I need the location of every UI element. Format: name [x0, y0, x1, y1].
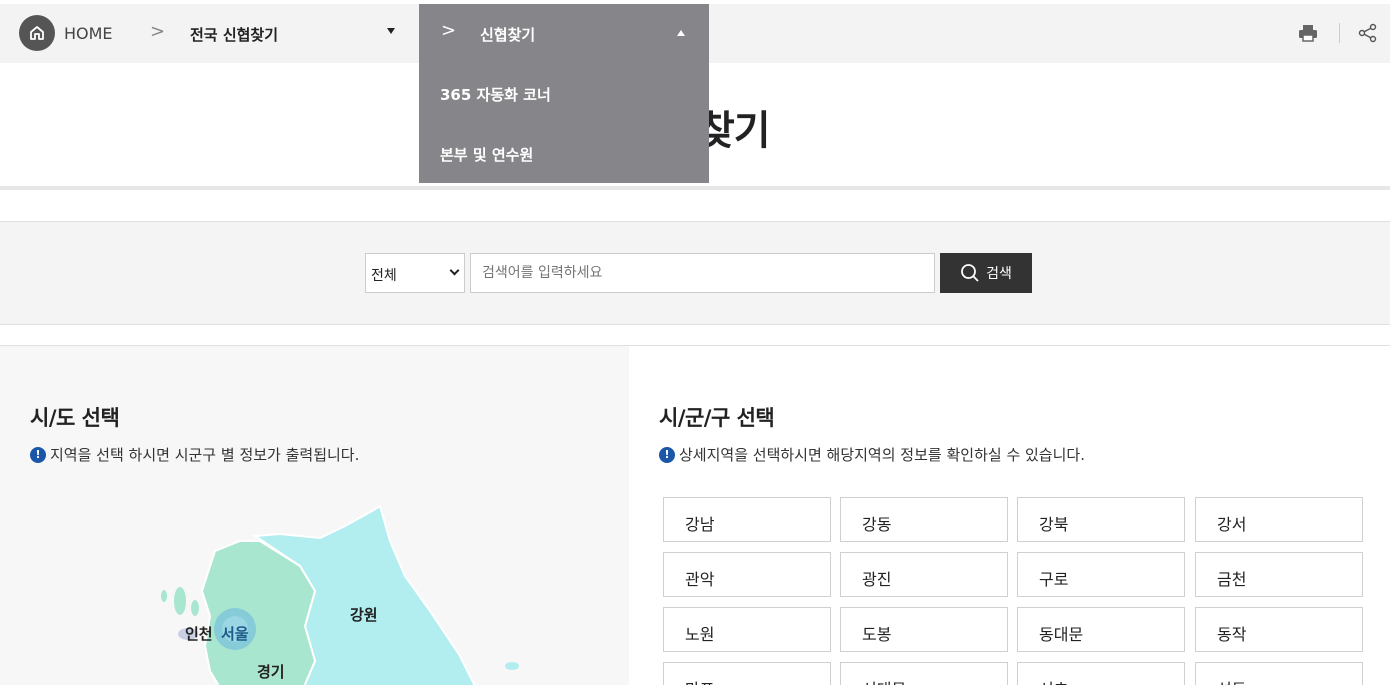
- home-link[interactable]: HOME: [64, 24, 113, 43]
- district-button[interactable]: 노원: [663, 607, 831, 652]
- search-button[interactable]: 검색: [940, 253, 1032, 293]
- info-icon: !: [659, 446, 675, 463]
- map-island: [505, 662, 519, 670]
- district-button[interactable]: 강북: [1017, 497, 1185, 542]
- breadcrumb-bar: HOME > 전국 신협찾기 > 신협찾기: [0, 4, 1390, 63]
- district-button[interactable]: 서대문: [840, 662, 1008, 685]
- district-note: ! 상세지역을 선택하시면 해당지역의 정보를 확인하실 수 있습니다.: [659, 444, 1085, 465]
- info-icon: !: [30, 446, 46, 463]
- search-scope-value: 전체: [371, 268, 397, 284]
- province-panel: 시/도 선택 ! 지역을 선택 하시면 시군구 별 정보가 출력됩니다. 인천 …: [0, 346, 629, 685]
- breadcrumb-dropdown: 365 자동화 코너 본부 및 연수원: [419, 63, 709, 183]
- home-button[interactable]: [19, 15, 55, 51]
- district-button[interactable]: 마포: [663, 662, 831, 685]
- district-note-text: 상세지역을 선택하시면 해당지역의 정보를 확인하실 수 있습니다.: [679, 446, 1085, 464]
- map-label-gyeonggi[interactable]: 경기: [257, 661, 285, 682]
- chevron-right-icon: >: [441, 20, 457, 41]
- district-button[interactable]: 동작: [1195, 607, 1363, 652]
- share-icon[interactable]: [1358, 23, 1378, 43]
- chevron-right-icon: >: [150, 21, 166, 42]
- map-label-gangwon[interactable]: 강원: [350, 604, 378, 625]
- search-area: 전체 검색: [0, 221, 1390, 325]
- map-island: [191, 600, 199, 616]
- map-label-seoul[interactable]: 서울: [221, 623, 249, 644]
- dropdown-item-atm-corner[interactable]: 365 자동화 코너: [440, 84, 551, 105]
- district-button[interactable]: 강서: [1195, 497, 1363, 542]
- breadcrumb-depth2[interactable]: > 신협찾기: [419, 4, 709, 63]
- district-button[interactable]: 금천: [1195, 552, 1363, 597]
- district-button[interactable]: 광진: [840, 552, 1008, 597]
- district-button[interactable]: 관악: [663, 552, 831, 597]
- district-button[interactable]: 도봉: [840, 607, 1008, 652]
- district-button[interactable]: 강남: [663, 497, 831, 542]
- district-button[interactable]: 서초: [1017, 662, 1185, 685]
- title-divider: [0, 186, 1390, 190]
- chevron-down-icon: [449, 265, 460, 276]
- home-icon: [30, 26, 44, 40]
- page: HOME > 전국 신협찾기 > 신협찾기 365 자동화 코너 본부 및 연수…: [0, 0, 1390, 685]
- search-input[interactable]: [470, 253, 935, 293]
- caret-up-icon: [677, 30, 685, 36]
- district-title: 시/군/구 선택: [659, 406, 775, 430]
- util-divider: [1339, 23, 1340, 43]
- caret-down-icon[interactable]: [387, 28, 395, 34]
- map-island: [161, 590, 167, 602]
- print-icon[interactable]: [1298, 23, 1318, 43]
- district-panel: 시/군/구 선택 ! 상세지역을 선택하시면 해당지역의 정보를 확인하실 수 …: [629, 346, 1390, 685]
- breadcrumb-depth1[interactable]: 전국 신협찾기: [190, 24, 278, 45]
- district-button[interactable]: 성동: [1195, 662, 1363, 685]
- korea-map: [161, 504, 519, 685]
- province-note: ! 지역을 선택 하시면 시군구 별 정보가 출력됩니다.: [30, 444, 359, 465]
- map-island: [174, 587, 186, 615]
- district-button[interactable]: 동대문: [1017, 607, 1185, 652]
- search-button-label: 검색: [986, 266, 1012, 282]
- dropdown-item-headquarters[interactable]: 본부 및 연수원: [440, 144, 533, 165]
- map-label-incheon[interactable]: 인천: [185, 623, 213, 644]
- search-icon: [961, 264, 979, 282]
- search-scope-select[interactable]: 전체: [365, 253, 465, 293]
- breadcrumb-depth2-label: 신협찾기: [480, 26, 536, 44]
- district-button[interactable]: 강동: [840, 497, 1008, 542]
- district-button[interactable]: 구로: [1017, 552, 1185, 597]
- province-note-text: 지역을 선택 하시면 시군구 별 정보가 출력됩니다.: [50, 446, 360, 464]
- province-title: 시/도 선택: [30, 406, 120, 430]
